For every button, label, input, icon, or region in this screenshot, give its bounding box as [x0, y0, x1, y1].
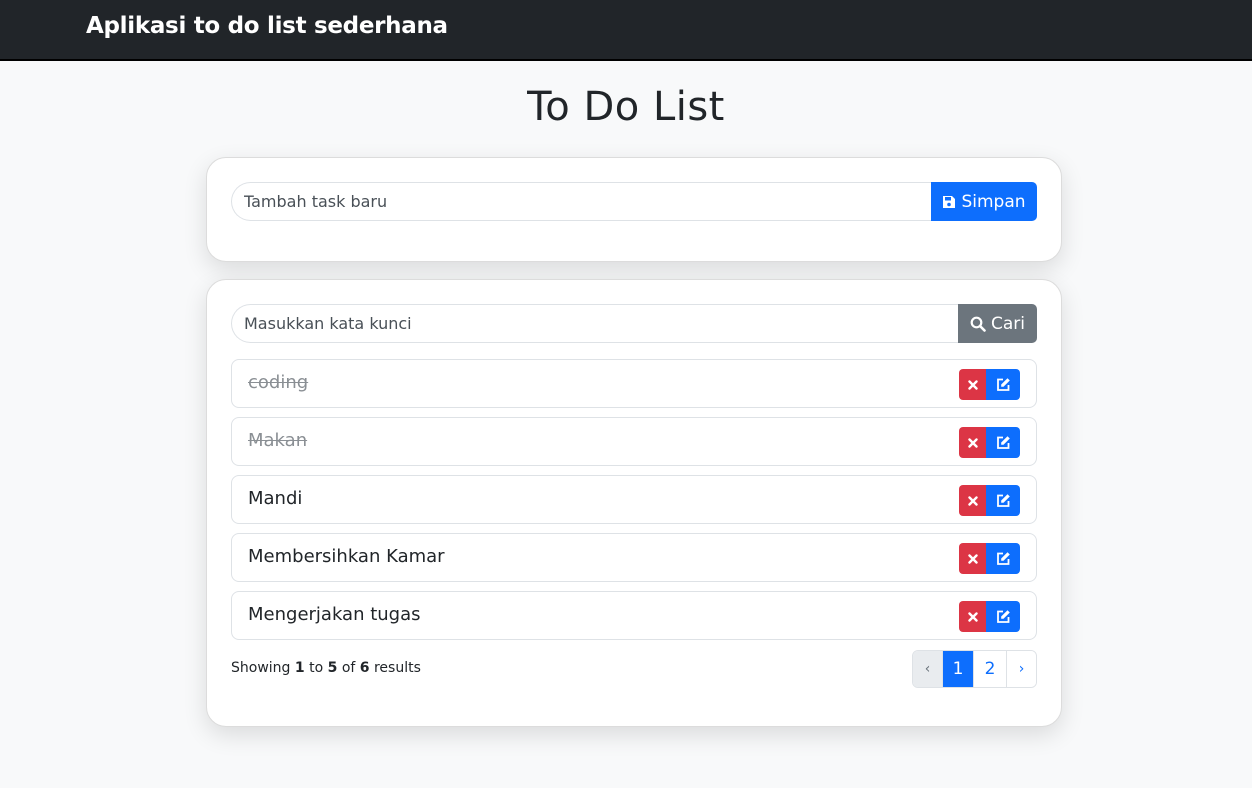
search-button-label: Cari [991, 313, 1025, 334]
task-actions [959, 601, 1020, 632]
save-button[interactable]: Simpan [931, 182, 1037, 221]
pagination-page-2[interactable]: 2 [973, 651, 1006, 687]
task-actions [959, 485, 1020, 516]
pagination-info-to: 5 [327, 660, 338, 676]
task-item: Mengerjakan tugas [231, 591, 1037, 640]
navbar: Aplikasi to do list sederhana [0, 0, 1252, 61]
pencil-square-icon [996, 493, 1011, 508]
task-item: Mandi [231, 475, 1037, 524]
pagination-info-from: 1 [294, 660, 305, 676]
floppy-disk-icon [942, 195, 956, 209]
edit-task-button[interactable] [986, 427, 1020, 458]
pencil-square-icon [996, 435, 1011, 450]
pencil-square-icon [996, 609, 1011, 624]
task-label[interactable]: Membersihkan Kamar [248, 546, 445, 567]
task-label[interactable]: Makan [248, 430, 307, 451]
x-icon [967, 495, 978, 506]
pencil-square-icon [996, 377, 1011, 392]
pagination-info-of-word: of [341, 660, 356, 676]
task-item: Membersihkan Kamar [231, 533, 1037, 582]
delete-task-button[interactable] [959, 601, 986, 632]
task-label[interactable]: coding [248, 372, 308, 393]
save-button-label: Simpan [961, 191, 1026, 212]
x-icon [967, 553, 978, 564]
edit-task-button[interactable] [986, 601, 1020, 632]
edit-task-button[interactable] [986, 485, 1020, 516]
magnifier-icon [970, 316, 986, 332]
pagination-info-suffix: results [373, 660, 421, 676]
new-task-input[interactable] [231, 182, 931, 221]
pencil-square-icon [996, 551, 1011, 566]
x-icon [967, 437, 978, 448]
pagination-prev[interactable]: ‹ [913, 651, 942, 687]
task-item: Makan [231, 417, 1037, 466]
page-title: To Do List [527, 84, 725, 130]
x-icon [967, 379, 978, 390]
delete-task-button[interactable] [959, 543, 986, 574]
search-button[interactable]: Cari [958, 304, 1037, 343]
delete-task-button[interactable] [959, 427, 986, 458]
task-list-card: Cari coding Makan Mandi [206, 279, 1062, 727]
pagination-page-1[interactable]: 1 [942, 651, 973, 687]
edit-task-button[interactable] [986, 543, 1020, 574]
task-label[interactable]: Mengerjakan tugas [248, 604, 421, 625]
x-icon [967, 611, 978, 622]
edit-task-button[interactable] [986, 369, 1020, 400]
task-item: coding [231, 359, 1037, 408]
task-actions [959, 543, 1020, 574]
task-label[interactable]: Mandi [248, 488, 302, 509]
add-task-form: Simpan [231, 182, 1037, 221]
search-input[interactable] [231, 304, 958, 343]
pagination-info-prefix: Showing [231, 660, 291, 676]
pagination-info: Showing 1 to 5 of 6 results [231, 660, 421, 676]
pagination-info-total: 6 [359, 660, 370, 676]
task-actions [959, 369, 1020, 400]
pagination-info-to-word: to [309, 660, 324, 676]
task-actions [959, 427, 1020, 458]
pagination-next[interactable]: › [1006, 651, 1036, 687]
add-task-card: Simpan [206, 157, 1062, 262]
delete-task-button[interactable] [959, 485, 986, 516]
pagination: ‹ 1 2 › [912, 650, 1037, 688]
search-form: Cari [231, 304, 1037, 343]
navbar-brand[interactable]: Aplikasi to do list sederhana [86, 13, 448, 39]
delete-task-button[interactable] [959, 369, 986, 400]
